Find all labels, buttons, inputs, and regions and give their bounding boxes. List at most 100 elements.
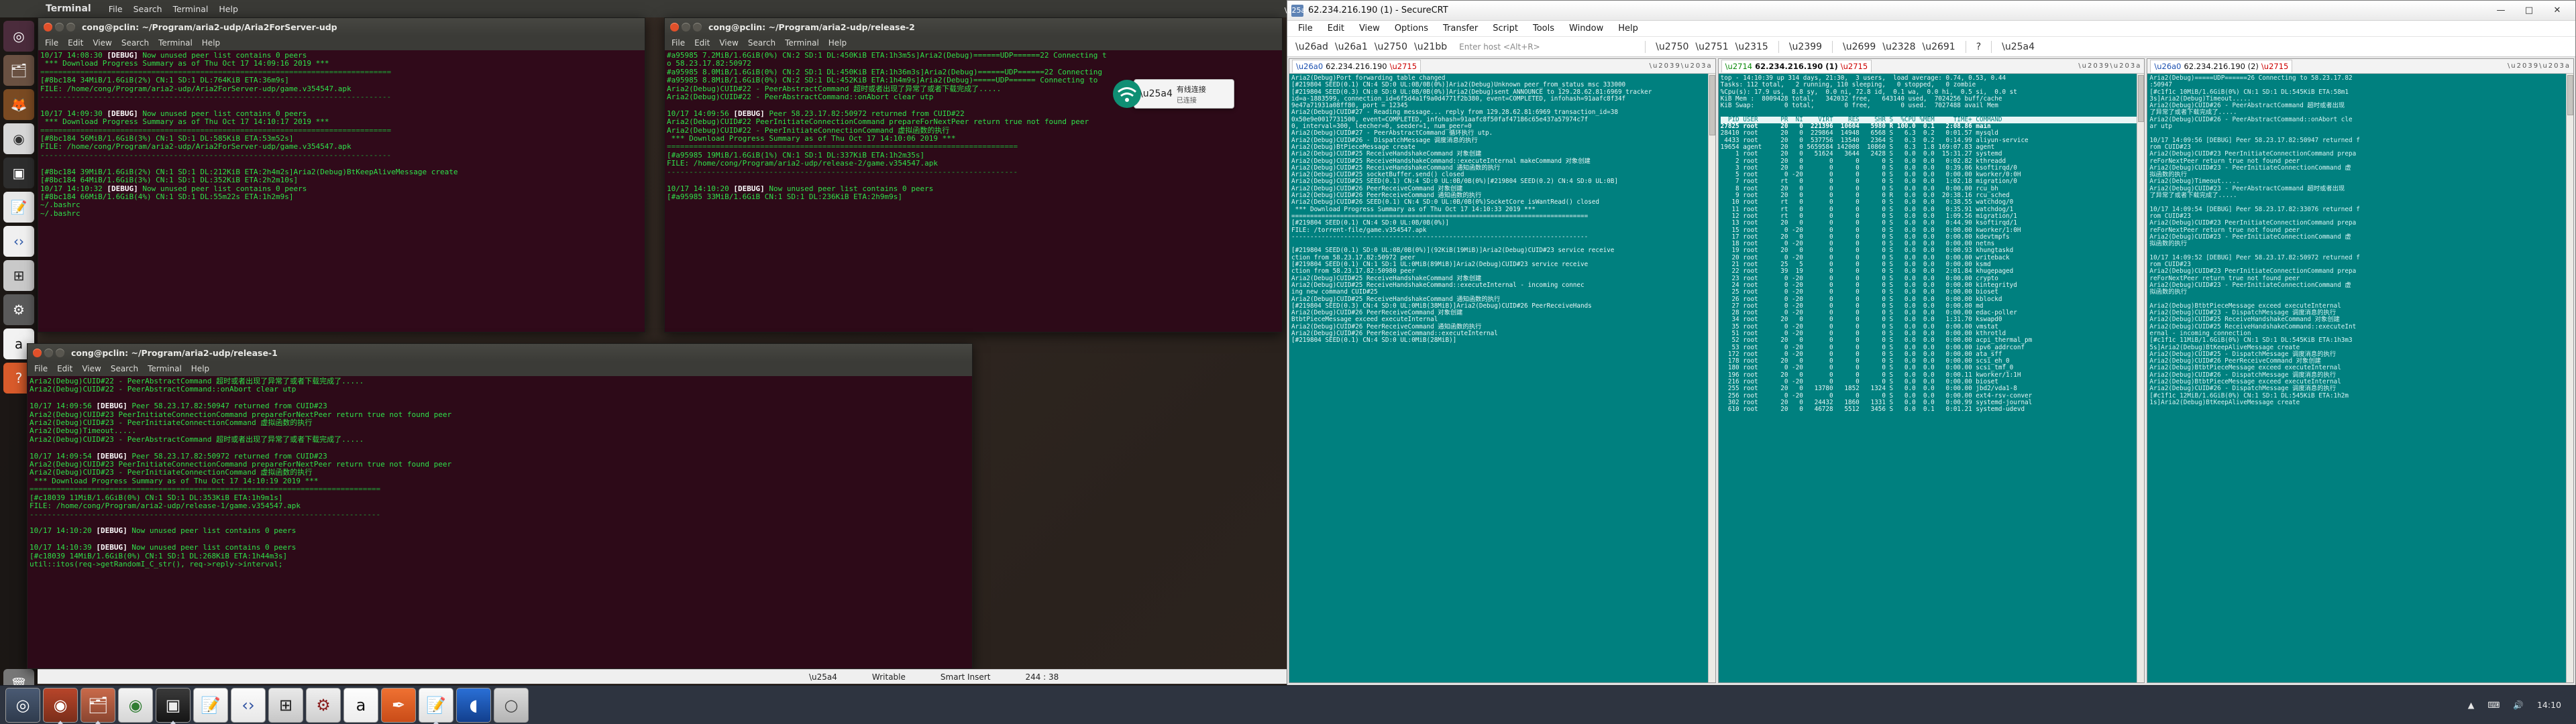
terminal-window-release-2[interactable]: cong@pclin: ~/Program/aria2-udp/release-… (664, 17, 1283, 333)
close-icon[interactable] (33, 348, 42, 357)
taskbar-terminal-icon[interactable]: ▣ (156, 687, 191, 724)
taskbar-firefox-icon[interactable]: ◉ (43, 687, 78, 724)
terminal3-menubar[interactable]: File Edit View Search Terminal Help (28, 361, 972, 376)
terminal2-menu-help[interactable]: Help (828, 38, 847, 48)
terminal1-menu-terminal[interactable]: Terminal (158, 38, 193, 48)
securecrt-menu-file[interactable]: File (1298, 23, 1313, 34)
launcher-code-icon[interactable]: ‹› (3, 226, 34, 257)
terminal-window-release-1[interactable]: cong@pclin: ~/Program/aria2-udp/release-… (27, 343, 973, 669)
connect-icon[interactable]: \u26ad (1295, 42, 1328, 52)
taskbar-notes-icon[interactable]: 📝 (419, 687, 453, 724)
taskbar-compass-icon[interactable]: ✒ (381, 687, 416, 723)
securecrt-pane-2[interactable]: \u2714 62.234.216.190 (1) \u2715 \u2039\… (1717, 58, 2145, 683)
launcher-text-editor-icon[interactable]: 📝 (3, 192, 34, 223)
taskbar-wireshark-icon[interactable]: ◖ (456, 687, 491, 723)
securecrt-window[interactable]: \u25a4 62.234.216.190 (1) - SecureCRT — … (1285, 0, 2576, 700)
terminal3-menu-terminal[interactable]: Terminal (148, 364, 182, 373)
keymap-icon[interactable]: \u2328 (1882, 42, 1915, 52)
taskbar-files-icon[interactable]: 🗂 (80, 687, 115, 724)
securecrt-tabbar-3[interactable]: \u26a0 62.234.216.190 (2) \u2715 \u2039\… (2147, 59, 2574, 74)
terminal2-titlebar[interactable]: cong@pclin: ~/Program/aria2-udp/release-… (665, 18, 1282, 36)
close-button[interactable]: ✕ (2543, 1, 2571, 20)
close-icon[interactable] (44, 22, 52, 32)
terminal3-menu-help[interactable]: Help (191, 364, 209, 373)
tab-scroll-arrows-1[interactable]: \u2039\u203a (1650, 62, 1713, 70)
securecrt-window-buttons[interactable]: — □ ✕ (2487, 1, 2571, 20)
securecrt-tab-3[interactable]: \u26a0 62.234.216.190 (2) \u2715 (2150, 60, 2293, 72)
terminal1-menu-file[interactable]: File (45, 38, 58, 48)
clone-session-icon[interactable]: \u2750 (1375, 42, 1407, 52)
top-panel-menu-help[interactable]: Help (219, 4, 238, 14)
securecrt-menu-help[interactable]: Help (1618, 23, 1638, 34)
top-panel-menu-terminal[interactable]: Terminal (173, 4, 209, 14)
securecrt-tab-2[interactable]: \u2714 62.234.216.190 (1) \u2715 (1721, 60, 1872, 72)
close-icon[interactable]: \u2715 (1841, 62, 1868, 71)
close-icon[interactable]: \u2715 (2261, 62, 2288, 71)
securecrt-menu-edit[interactable]: Edit (1328, 23, 1344, 34)
taskbar-ubuntu-icon[interactable]: ◎ (5, 687, 40, 723)
terminal3-menu-file[interactable]: File (34, 364, 48, 373)
securecrt-scrollbar-2[interactable] (2137, 74, 2145, 682)
close-icon[interactable]: \u2715 (1390, 62, 1417, 71)
securecrt-menu-view[interactable]: View (1359, 23, 1380, 34)
terminal2-menu-edit[interactable]: Edit (694, 38, 710, 48)
securecrt-tab-1[interactable]: \u26a0 62.234.216.190 \u2715 (1292, 60, 1421, 72)
terminal1-menu-view[interactable]: View (93, 38, 111, 48)
reconnect-icon[interactable]: \u21bb (1414, 42, 1447, 52)
terminal1-menubar[interactable]: File Edit View Search Terminal Help (38, 36, 645, 50)
terminal3-window-buttons[interactable] (33, 348, 64, 357)
close-icon[interactable] (670, 22, 679, 32)
securecrt-scrollbar-3[interactable] (2566, 74, 2574, 682)
launcher-settings-icon[interactable]: ⚙ (3, 294, 34, 325)
quick-connect-icon[interactable]: \u26a1 (1335, 42, 1368, 52)
taskbar-calculator-icon[interactable]: ⊞ (268, 687, 303, 723)
help-icon[interactable]: ? (1976, 42, 1981, 52)
copy-icon[interactable]: \u2750 (1656, 42, 1688, 52)
maximize-icon[interactable] (56, 348, 64, 357)
terminal2-menu-file[interactable]: File (672, 38, 685, 48)
terminal3-menu-edit[interactable]: Edit (57, 364, 72, 373)
securecrt-terminal-2-top[interactable]: top - 14:10:39 up 314 days, 21:30, 3 use… (1718, 74, 2145, 682)
minimize-button[interactable]: — (2487, 1, 2515, 20)
securecrt-pane-1[interactable]: \u26a0 62.234.216.190 \u2715 \u2039\u203… (1289, 58, 1716, 683)
terminal3-output[interactable]: Aria2(Debug)CUID#22 - PeerAbstractComman… (28, 376, 972, 668)
taskbar-settings-icon[interactable]: ⚙ (306, 687, 341, 723)
launcher-firefox-icon[interactable]: 🦊 (3, 89, 34, 120)
minimize-icon[interactable] (682, 22, 690, 32)
securecrt-menu-tools[interactable]: Tools (1533, 23, 1554, 34)
top-panel-menu-search[interactable]: Search (133, 4, 162, 14)
launcher-calculator-icon[interactable]: ⊞ (3, 260, 34, 291)
securecrt-menu-window[interactable]: Window (1569, 23, 1603, 34)
tray-show-hidden-icon[interactable]: ▲ (2468, 700, 2475, 710)
taskbar-amazon-icon[interactable]: a (343, 687, 378, 723)
terminal2-menu-terminal[interactable]: Terminal (785, 38, 819, 48)
securecrt-menu-transfer[interactable]: Transfer (1443, 23, 1478, 34)
securecrt-terminal-1[interactable]: Aria2(Debug)Port forwarding table change… (1289, 74, 1715, 682)
launcher-files-icon[interactable]: 🗂 (3, 55, 34, 86)
print-icon[interactable]: \u2399 (1789, 42, 1822, 52)
securecrt-titlebar[interactable]: \u25a4 62.234.216.190 (1) - SecureCRT — … (1285, 1, 2575, 21)
terminal-window-aria2forserver-udp[interactable]: cong@pclin: ~/Program/aria2-udp/Aria2For… (38, 17, 645, 333)
terminal2-menu-search[interactable]: Search (748, 38, 775, 48)
securecrt-tabbar-2[interactable]: \u2714 62.234.216.190 (1) \u2715 \u2039\… (1718, 59, 2145, 74)
host-input[interactable]: Enter host <Alt+R> (1454, 42, 1635, 52)
launcher-ubuntu-dash-icon[interactable]: ◎ (3, 21, 34, 52)
maximize-icon[interactable] (66, 22, 75, 32)
taskbar-chrome-icon[interactable]: ◉ (118, 687, 153, 723)
maximize-button[interactable]: □ (2515, 1, 2543, 20)
terminal1-menu-help[interactable]: Help (202, 38, 220, 48)
tab-scroll-arrows-2[interactable]: \u2039\u203a (2078, 62, 2141, 70)
terminal2-menubar[interactable]: File Edit View Search Terminal Help (665, 36, 1282, 50)
minimize-icon[interactable] (55, 22, 64, 32)
top-panel-menu-file[interactable]: File (109, 4, 123, 14)
terminal3-menu-view[interactable]: View (82, 364, 101, 373)
options-icon[interactable]: \u2699 (1843, 42, 1876, 52)
securecrt-scrollbar-1[interactable] (1707, 74, 1715, 682)
tray-keyboard-icon[interactable]: ⌨ (2487, 700, 2500, 710)
taskbar-text-editor-icon[interactable]: 📝 (193, 687, 228, 723)
minimize-icon[interactable] (44, 348, 53, 357)
terminal2-window-buttons[interactable] (670, 22, 702, 32)
terminal1-menu-search[interactable]: Search (121, 38, 149, 48)
terminal1-menu-edit[interactable]: Edit (68, 38, 83, 48)
terminal1-window-buttons[interactable] (44, 22, 75, 32)
